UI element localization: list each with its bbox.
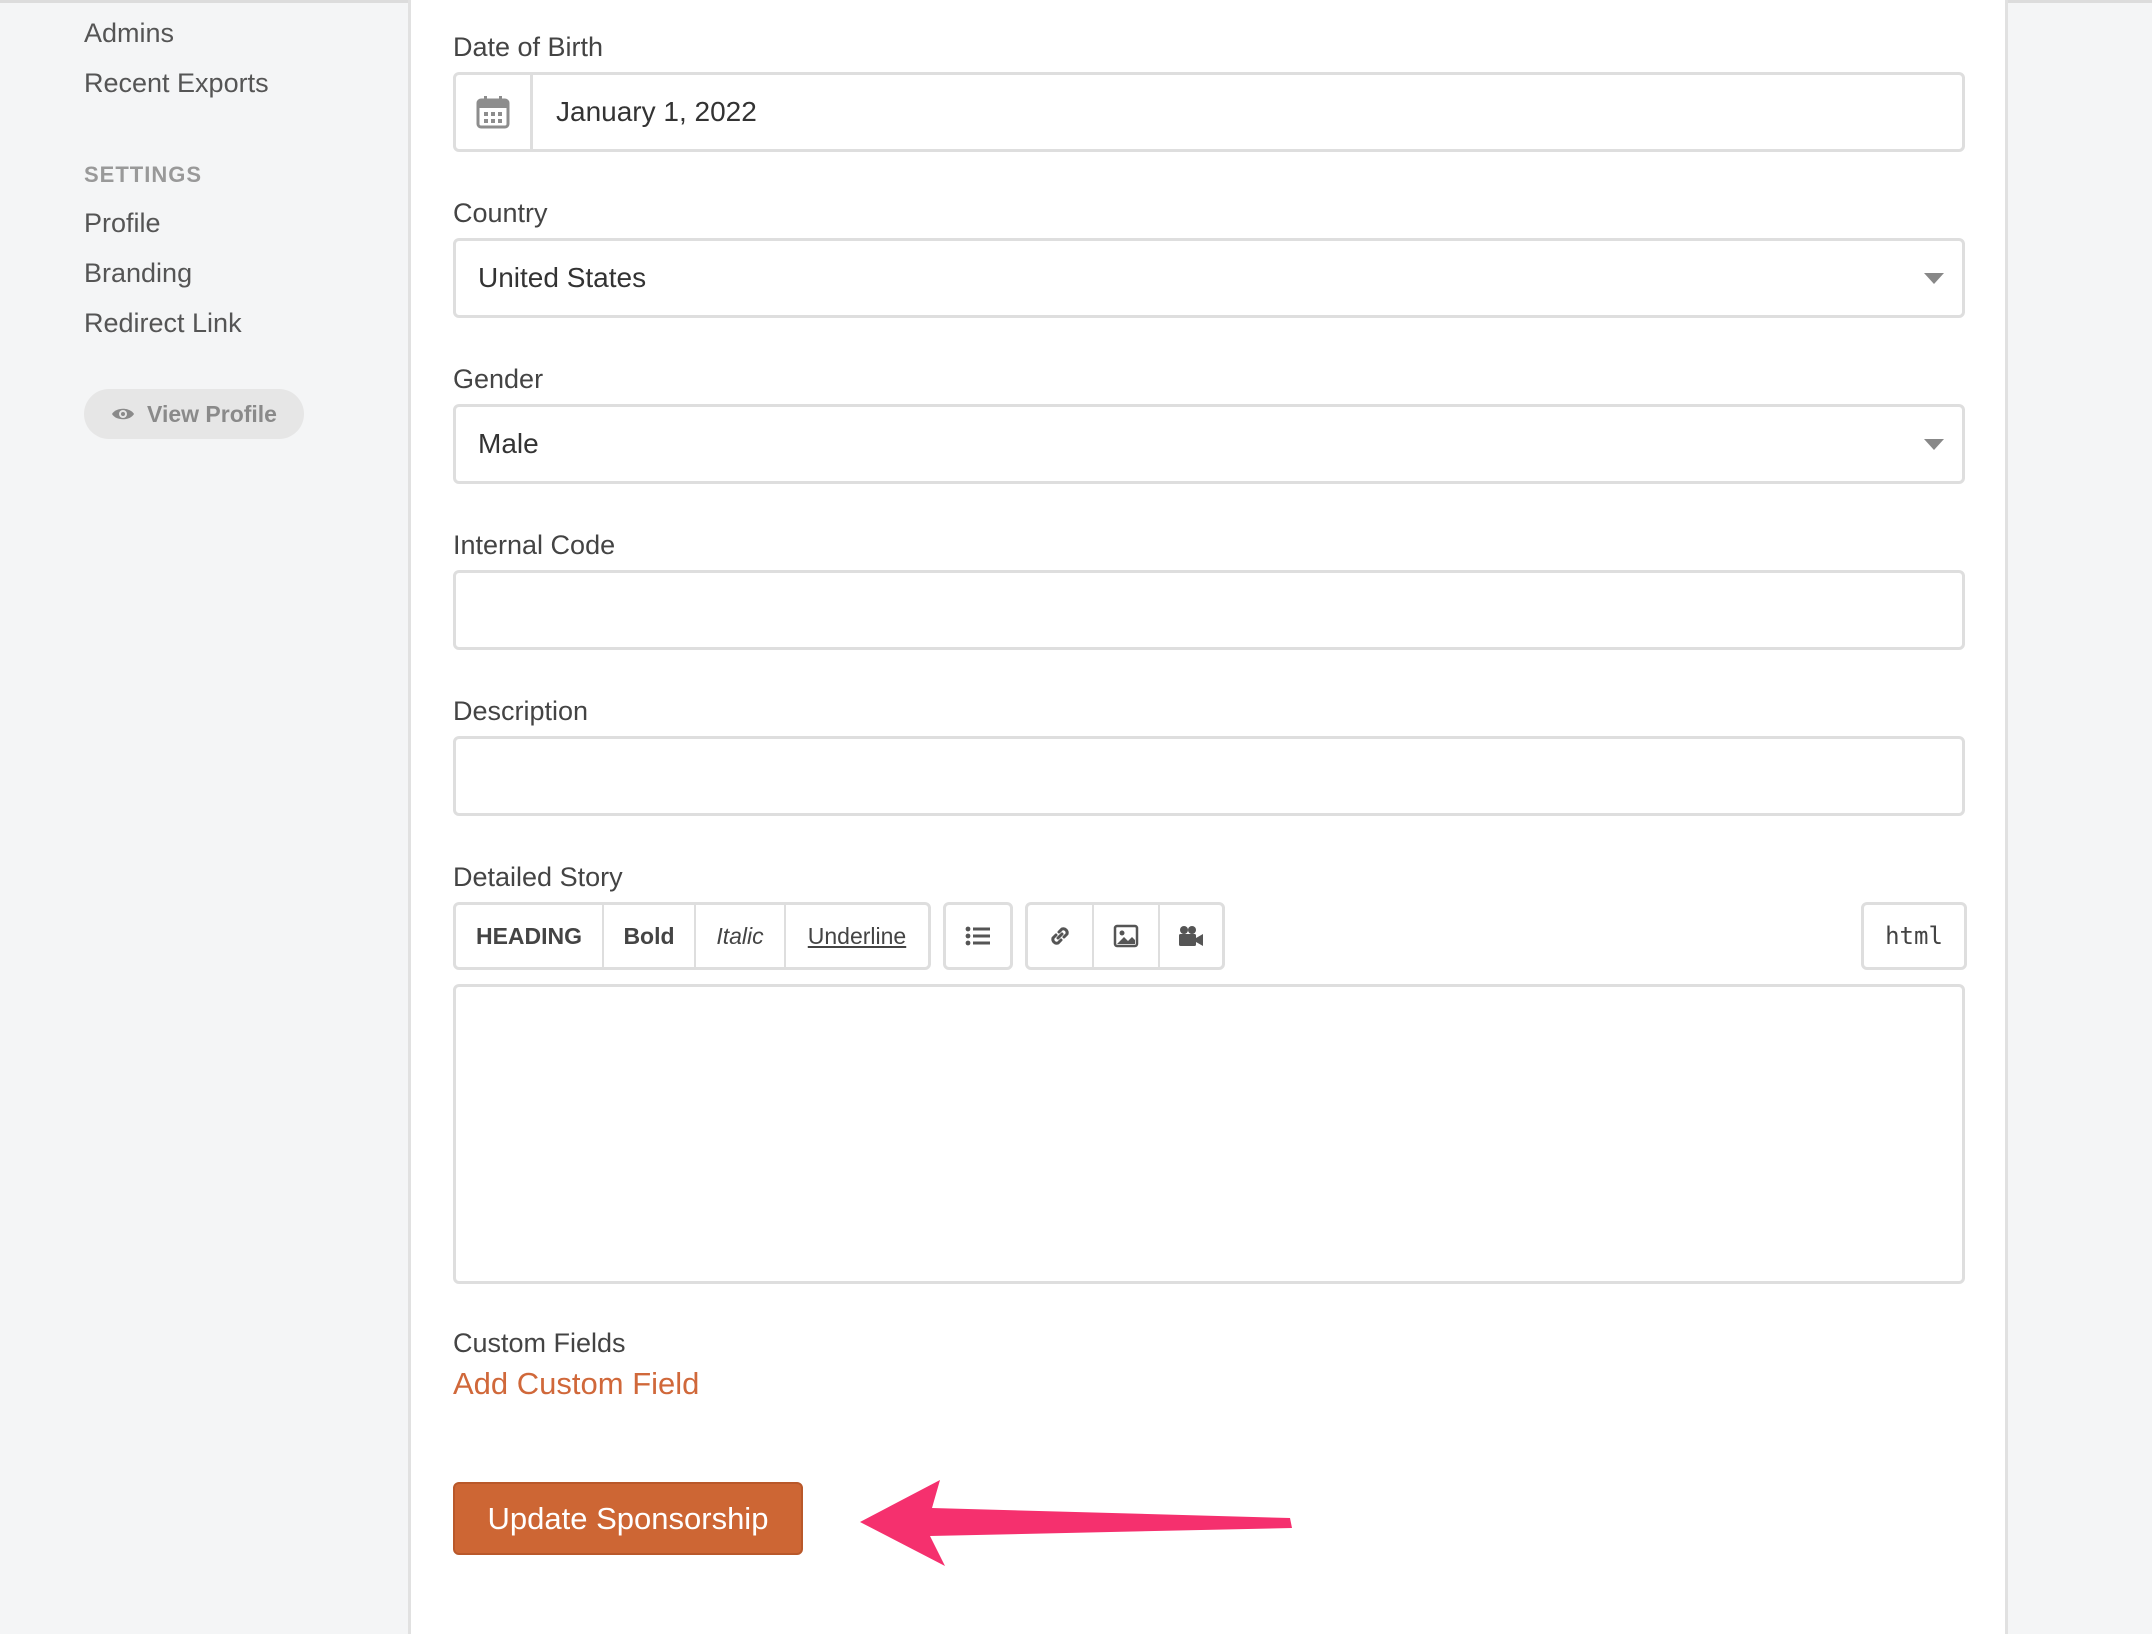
html-source-button[interactable]: html [1864,905,1964,967]
internal-code-input[interactable] [453,570,1965,650]
list-toolbar [943,902,1013,970]
detailed-story-label: Detailed Story [453,862,623,892]
detailed-story-editor[interactable] [453,984,1965,1284]
sidebar-item-redirect-link[interactable]: Redirect Link [84,308,242,339]
insert-video-button[interactable] [1160,905,1222,967]
chevron-down-icon [1924,273,1944,284]
country-label: Country [453,198,548,228]
dob-label: Date of Birth [453,32,604,62]
link-icon [1051,927,1069,945]
html-toolbar: html [1861,902,1967,970]
country-select[interactable]: United States [453,238,1965,318]
view-profile-button[interactable]: View Profile [84,389,304,439]
list-icon [965,926,990,946]
update-sponsorship-button[interactable]: Update Sponsorship [453,1482,803,1555]
description-label: Description [453,696,589,726]
chevron-down-icon [1924,439,1944,450]
sidebar-item-branding[interactable]: Branding [84,258,192,289]
dob-field[interactable]: January 1, 2022 [453,72,1965,152]
edit-form-panel: Date of Birth January 1, 2022 Country Un… [408,0,2008,1634]
insert-image-button[interactable] [1094,905,1160,967]
image-icon [1113,924,1139,948]
bulleted-list-button[interactable] [946,905,1010,967]
settings-heading: SETTINGS [84,162,203,187]
country-value: United States [478,262,647,293]
heading-button[interactable]: HEADING [456,905,604,967]
text-style-toolbar: HEADING Bold Italic Underline [453,902,931,970]
view-profile-label: View Profile [147,400,277,427]
internal-code-label: Internal Code [453,530,616,560]
sidebar-item-profile[interactable]: Profile [84,208,161,239]
gender-label: Gender [453,364,544,394]
italic-button[interactable]: Italic [696,905,786,967]
insert-link-button[interactable] [1028,905,1094,967]
sidebar-item-admins[interactable]: Admins [84,18,174,49]
sidebar: Admins Recent Exports SETTINGS Profile B… [0,0,408,1634]
dob-value: January 1, 2022 [556,96,757,127]
gender-value: Male [478,428,539,459]
underline-button[interactable]: Underline [786,905,928,967]
insert-toolbar [1025,902,1225,970]
bold-button[interactable]: Bold [604,905,696,967]
eye-icon [112,408,135,420]
add-custom-field-link[interactable]: Add Custom Field [453,1366,699,1402]
description-input[interactable] [453,736,1965,816]
calendar-icon[interactable] [456,75,533,149]
gender-select[interactable]: Male [453,404,1965,484]
video-camera-icon [1179,926,1203,946]
custom-fields-label: Custom Fields [453,1328,626,1358]
sidebar-item-recent-exports[interactable]: Recent Exports [84,68,269,99]
